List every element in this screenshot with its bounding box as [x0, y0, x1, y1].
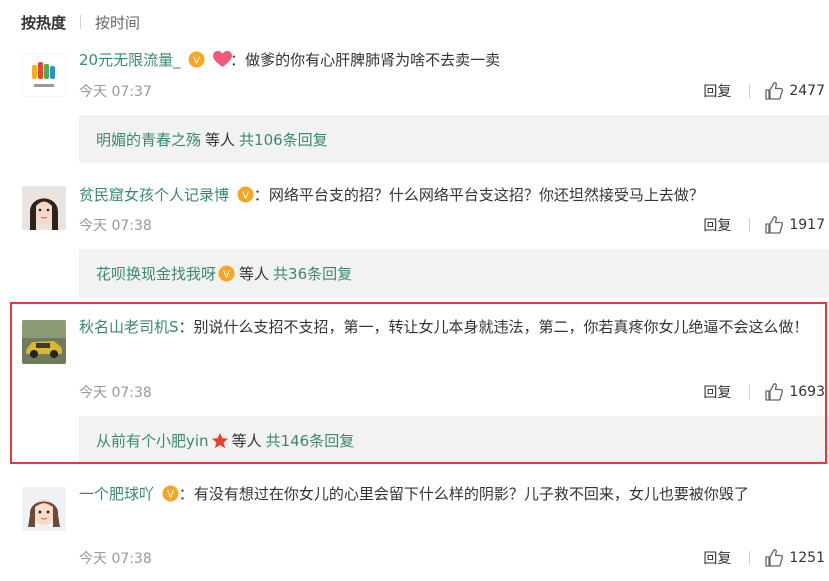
like-count: 1917	[789, 217, 825, 233]
reply-button[interactable]: 回复	[703, 382, 731, 402]
divider	[749, 84, 751, 98]
sort-bar: 按热度 按时间	[21, 10, 140, 34]
reply-mid-text: 等人	[239, 264, 270, 283]
avatar[interactable]	[22, 186, 66, 230]
svg-text:V: V	[167, 490, 174, 501]
reply-button[interactable]: 回复	[703, 548, 731, 568]
username[interactable]: 秋名山老司机S	[79, 318, 179, 336]
avatar[interactable]	[22, 487, 66, 531]
svg-text:V: V	[193, 56, 200, 67]
comment-text: 别说什么支招不支招，第一，转让女儿本身就违法，第二，你若真疼你女儿绝逼不会这么做…	[193, 318, 809, 336]
avatar[interactable]	[22, 53, 66, 97]
comment-time: 今天 07:37	[79, 84, 152, 100]
reply-mid-text: 等人	[231, 431, 262, 450]
avatar[interactable]	[22, 320, 66, 364]
comment-text: 做爹的你有心肝脾肺肾为啥不去卖一卖	[245, 51, 501, 69]
thumbs-up-icon[interactable]	[764, 81, 784, 101]
colon: ：	[178, 485, 194, 503]
reply-count-link[interactable]: 共146条回复	[266, 430, 355, 451]
sort-by-time[interactable]: 按时间	[95, 12, 140, 33]
vip-badge-icon: V	[162, 484, 179, 502]
reply-button[interactable]: 回复	[703, 81, 731, 101]
thumbs-up-icon[interactable]	[764, 382, 784, 402]
thumbs-up-icon[interactable]	[764, 548, 784, 568]
star-icon	[211, 432, 228, 449]
reply-count-link[interactable]: 共106条回复	[239, 129, 328, 150]
svg-text:V: V	[242, 191, 249, 202]
sort-by-hot[interactable]: 按热度	[21, 12, 66, 33]
username[interactable]: 贫民窟女孩个人记录博	[79, 186, 229, 204]
vip-badge-icon: V	[188, 50, 205, 68]
comment-time: 今天 07:38	[79, 551, 152, 567]
reply-summary[interactable]: 明媚的青春之殇 等人 共106条回复	[79, 115, 829, 163]
reply-user[interactable]: 从前有个小肥yin	[96, 430, 209, 451]
like-count: 1693	[789, 384, 825, 400]
comment-text: 有没有想过在你女儿的心里会留下什么样的阴影？儿子救不回来，女儿也要被你毁了	[193, 485, 749, 503]
reply-summary[interactable]: 从前有个小肥yin 等人 共146条回复	[79, 416, 829, 464]
comment-time: 今天 07:38	[79, 218, 152, 234]
divider	[749, 218, 751, 232]
heart-icon	[213, 50, 233, 68]
colon: ：	[253, 186, 269, 204]
colon: ：	[178, 318, 194, 336]
reply-button[interactable]: 回复	[703, 215, 731, 235]
username[interactable]: 一个肥球吖	[79, 485, 154, 503]
vip-badge-icon: V	[237, 185, 254, 203]
reply-mid-text: 等人	[205, 130, 236, 149]
thumbs-up-icon[interactable]	[764, 215, 784, 235]
colon: ：	[230, 51, 246, 69]
divider	[80, 15, 82, 29]
reply-count-link[interactable]: 共36条回复	[273, 263, 352, 284]
like-count: 1251	[789, 550, 825, 566]
like-count: 2477	[789, 83, 825, 99]
reply-user[interactable]: 明媚的青春之殇	[96, 129, 201, 150]
comment-time: 今天 07:38	[79, 385, 152, 401]
divider	[749, 385, 751, 399]
comment-text: 网络平台支的招？什么网络平台支这招？你还坦然接受马上去做？	[268, 186, 704, 204]
reply-summary[interactable]: 花呗换现金找我呀 V 等人 共36条回复	[79, 249, 829, 297]
divider	[749, 551, 751, 565]
svg-text:V: V	[223, 269, 230, 280]
reply-user[interactable]: 花呗换现金找我呀	[96, 263, 216, 284]
username[interactable]: 20元无限流量_	[79, 51, 181, 69]
vip-badge-icon: V	[218, 265, 235, 282]
